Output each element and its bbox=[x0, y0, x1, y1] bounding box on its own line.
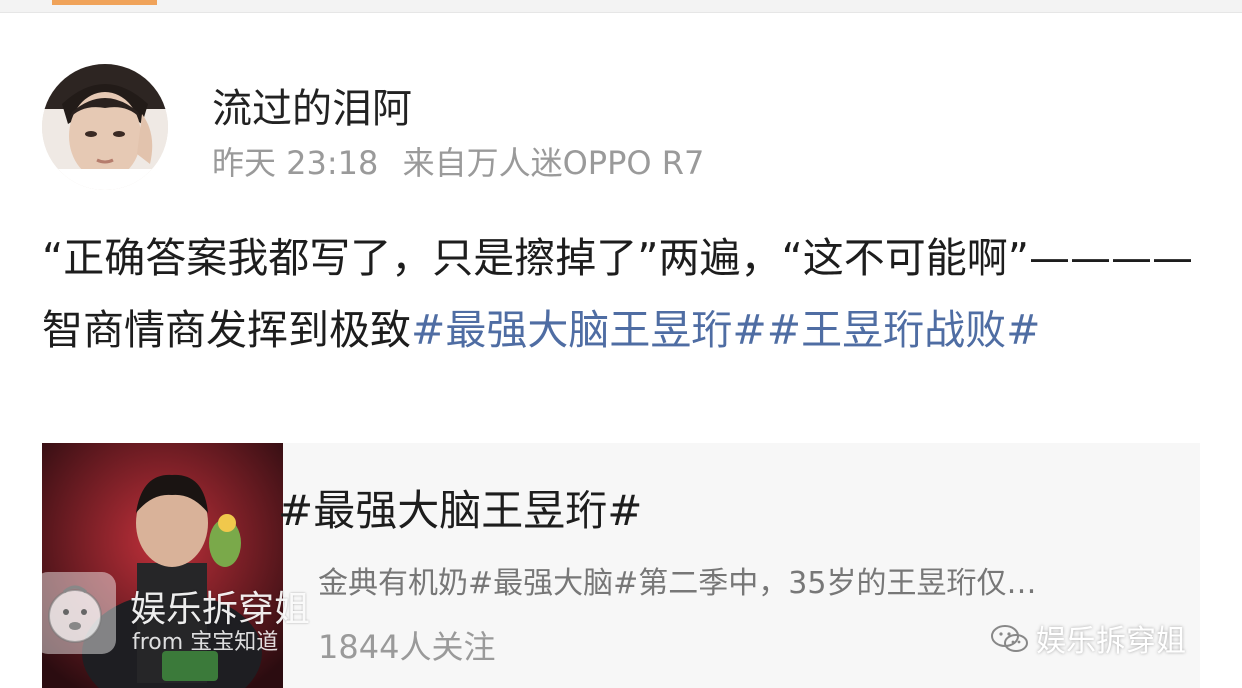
watermark-right: 娱乐拆穿姐 bbox=[990, 616, 1186, 663]
avatar[interactable] bbox=[42, 64, 168, 190]
topic-description: 金典有机奶#最强大脑#第二季中，35岁的王昱珩仅… bbox=[318, 566, 1037, 601]
top-tab-bar bbox=[0, 0, 1242, 13]
active-tab-indicator bbox=[52, 0, 157, 5]
hashtag-link[interactable]: #王昱珩战败# bbox=[767, 306, 1041, 354]
watermark-logo-icon bbox=[34, 572, 116, 654]
post-meta: 昨天 23:18 来自万人迷OPPO R7 bbox=[212, 138, 704, 184]
watermark-from: from 宝宝知道 bbox=[132, 630, 279, 655]
post-time: 昨天 23:18 bbox=[212, 144, 379, 182]
topic-title[interactable]: #最强大脑王昱珩# bbox=[278, 477, 642, 538]
wechat-icon bbox=[990, 623, 1030, 663]
watermark-right-label: 娱乐拆穿姐 bbox=[1036, 624, 1186, 659]
post-text: “正确答案我都写了，只是擦掉了”两遍，“这不可能啊”————智商情商发挥到极致#… bbox=[42, 222, 1202, 366]
topic-followers: 1844人关注 bbox=[318, 628, 496, 666]
post-source: 来自万人迷OPPO R7 bbox=[402, 144, 705, 182]
avatar-photo-icon bbox=[42, 64, 168, 190]
username[interactable]: 流过的泪阿 bbox=[212, 76, 412, 134]
hashtag-link[interactable]: #最强大脑王昱珩# bbox=[411, 306, 767, 354]
